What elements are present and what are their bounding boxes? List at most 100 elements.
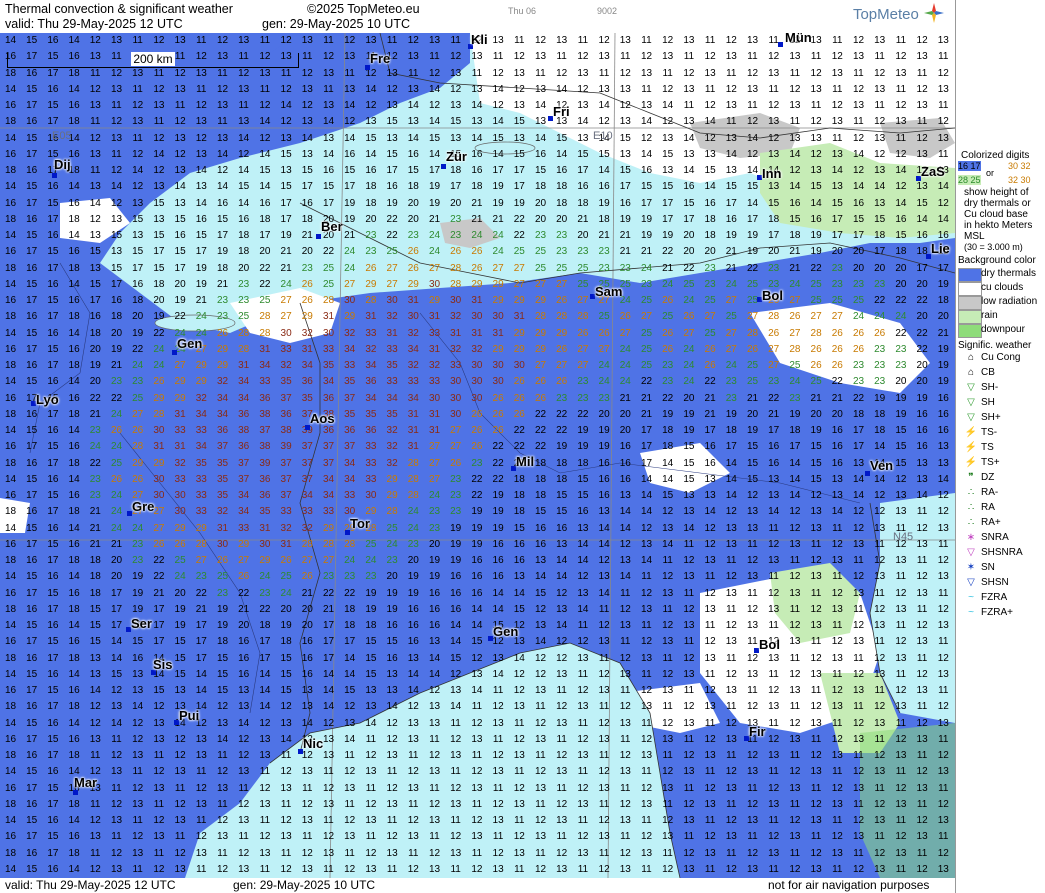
thermal-value: 24 (428, 246, 441, 258)
thermal-value: 37 (301, 473, 313, 485)
city-lyon[interactable]: Lyo (36, 392, 59, 407)
thermal-value: 12 (937, 847, 949, 859)
city-bern[interactable]: Ber (321, 219, 343, 234)
thermal-value: 12 (916, 132, 928, 144)
thermal-value: 13 (280, 831, 292, 843)
thermal-value: 11 (895, 717, 907, 729)
thermal-value: 17 (768, 425, 780, 436)
thermal-value: 29 (195, 360, 207, 371)
city-nice[interactable]: Nic (303, 736, 323, 751)
thermal-value: 12 (259, 831, 271, 843)
thermal-value: 36 (216, 425, 229, 436)
thermal-value: 23 (852, 278, 865, 290)
city-geneva[interactable]: Gen (177, 336, 202, 351)
thermal-value: 13 (852, 457, 865, 469)
city-dijon[interactable]: Dij (54, 157, 71, 172)
thermal-value: 13 (450, 100, 462, 111)
thermal-value: 12 (874, 750, 886, 761)
city-aosta[interactable]: Aos (310, 411, 335, 426)
thermal-value: 18 (68, 311, 80, 323)
thermal-value: 16 (68, 733, 80, 745)
city-serres[interactable]: Ser (131, 616, 152, 631)
thermal-value: 12 (895, 51, 907, 63)
city-munchen[interactable]: Mün (785, 33, 812, 45)
thermal-value: 11 (810, 782, 822, 794)
thermal-value: 12 (725, 815, 737, 826)
thermal-value: 31 (471, 327, 483, 339)
city-florence[interactable]: Fir (749, 724, 766, 739)
city-grenoble[interactable]: Gre (132, 499, 154, 514)
thermal-value: 16 (619, 457, 631, 469)
thermal-value: 33 (301, 506, 313, 518)
thermal-value: 14 (195, 685, 207, 696)
thermal-value: 16 (4, 441, 17, 453)
city-genoa[interactable]: Gen (493, 624, 518, 639)
thermal-value: 15 (47, 490, 59, 501)
thermal-value: 13 (195, 116, 207, 128)
thermal-value: 12 (216, 701, 229, 713)
thermal-value: 30 (407, 311, 419, 323)
thermal-value: 11 (429, 831, 440, 843)
thermal-value: 16 (428, 603, 441, 615)
city-bolzano[interactable]: Bol (762, 288, 783, 303)
thermal-value: 12 (259, 717, 271, 729)
thermal-value: 16 (704, 441, 716, 453)
city-zurich[interactable]: Zür (446, 149, 467, 164)
thermal-value: 18 (874, 230, 886, 241)
forecast-map[interactable]: 14 15 16 14 12 13 11 12 13 11 12 13 11 12 13 11 12 13 11 12… (0, 33, 955, 878)
thermal-value: 23 (556, 392, 568, 404)
thermal-value: 12 (662, 717, 674, 729)
city-sisteron[interactable]: Sis (153, 657, 173, 672)
thermal-value: 24 (153, 360, 165, 371)
city-innsbruck[interactable]: Inn (762, 166, 782, 181)
thermal-value: 26 (746, 343, 759, 355)
thermal-value: 12 (662, 766, 674, 778)
city-friedrichshafen[interactable]: Fri (553, 104, 570, 119)
thermal-value: 13 (746, 83, 759, 95)
thermal-value: 13 (683, 148, 695, 160)
thermal-value: 12 (534, 766, 547, 778)
thermal-value: 15 (746, 457, 759, 469)
thermal-value: 28 (132, 441, 144, 453)
thermal-value: 23 (895, 360, 907, 371)
city-puimoisson[interactable]: Pui (179, 708, 199, 723)
city-lienz[interactable]: Lie (931, 241, 950, 256)
thermal-value: 14 (4, 863, 17, 875)
thermal-value: 13 (937, 766, 949, 778)
city-bologna[interactable]: Bol (759, 637, 780, 652)
thermal-value: 15 (174, 246, 186, 258)
thermal-value: 12 (619, 603, 631, 615)
thermal-value: 14 (322, 668, 335, 680)
thermal-value: 12 (874, 798, 886, 810)
thermal-value: 15 (450, 116, 462, 128)
thermal-value: 15 (89, 278, 101, 290)
thermal-value: 23 (704, 278, 716, 290)
city-samedan[interactable]: Sam (595, 284, 622, 299)
thermal-value: 22 (831, 376, 843, 388)
city-zell-am-see[interactable]: ZaS (921, 164, 945, 179)
thermal-value: 11 (111, 148, 122, 160)
thermal-value: 11 (153, 750, 165, 761)
thermal-value: 12 (852, 717, 865, 729)
city-turin[interactable]: Tor (350, 516, 370, 531)
city-marseille[interactable]: Mar (74, 775, 97, 790)
thermal-value: 21 (725, 246, 737, 258)
city-venice[interactable]: Ven (870, 458, 893, 473)
city-milan[interactable]: Mil (516, 454, 534, 469)
thermal-value: 16 (704, 197, 716, 209)
thermal-value: 20 (577, 230, 589, 241)
thermal-value: 13 (895, 652, 907, 664)
thermal-value: 20 (556, 213, 568, 225)
thermal-value: 12 (916, 815, 928, 826)
thermal-value: 13 (365, 35, 377, 46)
city-kli[interactable]: Kli (471, 33, 488, 47)
thermal-value: 14 (344, 668, 356, 680)
thermal-value: 18 (789, 425, 801, 436)
city-freiburg[interactable]: Fre (370, 51, 390, 66)
thermal-value: 11 (853, 798, 864, 810)
thermal-value: 12 (238, 847, 250, 859)
thermal-value: 13 (89, 230, 101, 241)
thermal-value: 13 (916, 181, 928, 193)
thermal-value: 14 (450, 636, 462, 648)
thermal-value: 15 (619, 165, 631, 176)
